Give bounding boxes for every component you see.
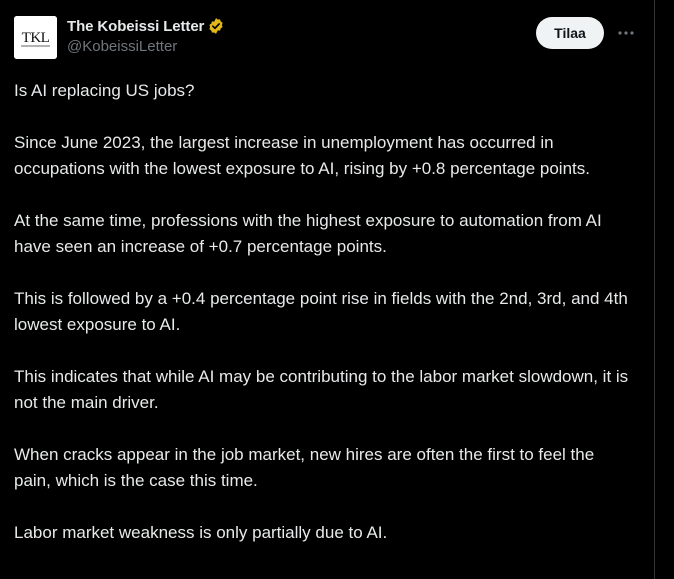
subscribe-button[interactable]: Tilaa [536, 17, 604, 49]
post-paragraph: This is followed by a +0.4 percentage po… [14, 289, 628, 334]
post-paragraph: Since June 2023, the largest increase in… [14, 133, 590, 178]
post-header: TKL The Kobeissi Letter @KobeissiLetter … [14, 14, 634, 60]
post-paragraph: Is AI replacing US jobs? [14, 81, 195, 100]
kobeissi-logo-icon: TKL [14, 16, 57, 59]
author-name-row: The Kobeissi Letter [67, 15, 225, 37]
post-paragraph: At the same time, professions with the h… [14, 211, 602, 256]
author-display-name[interactable]: The Kobeissi Letter [67, 18, 204, 35]
more-horizontal-icon[interactable] [616, 23, 636, 43]
post-paragraph: This indicates that while AI may be cont… [14, 367, 629, 412]
post-body: Is AI replacing US jobs? Since June 2023… [14, 78, 634, 546]
post-paragraph: Labor market weakness is only partially … [14, 523, 388, 542]
svg-text:TKL: TKL [22, 30, 50, 46]
verified-badge-icon[interactable] [207, 17, 225, 35]
author-handle[interactable]: @KobeissiLetter [67, 38, 225, 55]
avatar[interactable]: TKL [14, 16, 57, 59]
column-divider [654, 0, 655, 579]
post-paragraph: When cracks appear in the job market, ne… [14, 445, 595, 490]
author-info: The Kobeissi Letter @KobeissiLetter [67, 15, 225, 55]
post: TKL The Kobeissi Letter @KobeissiLetter … [14, 14, 634, 572]
